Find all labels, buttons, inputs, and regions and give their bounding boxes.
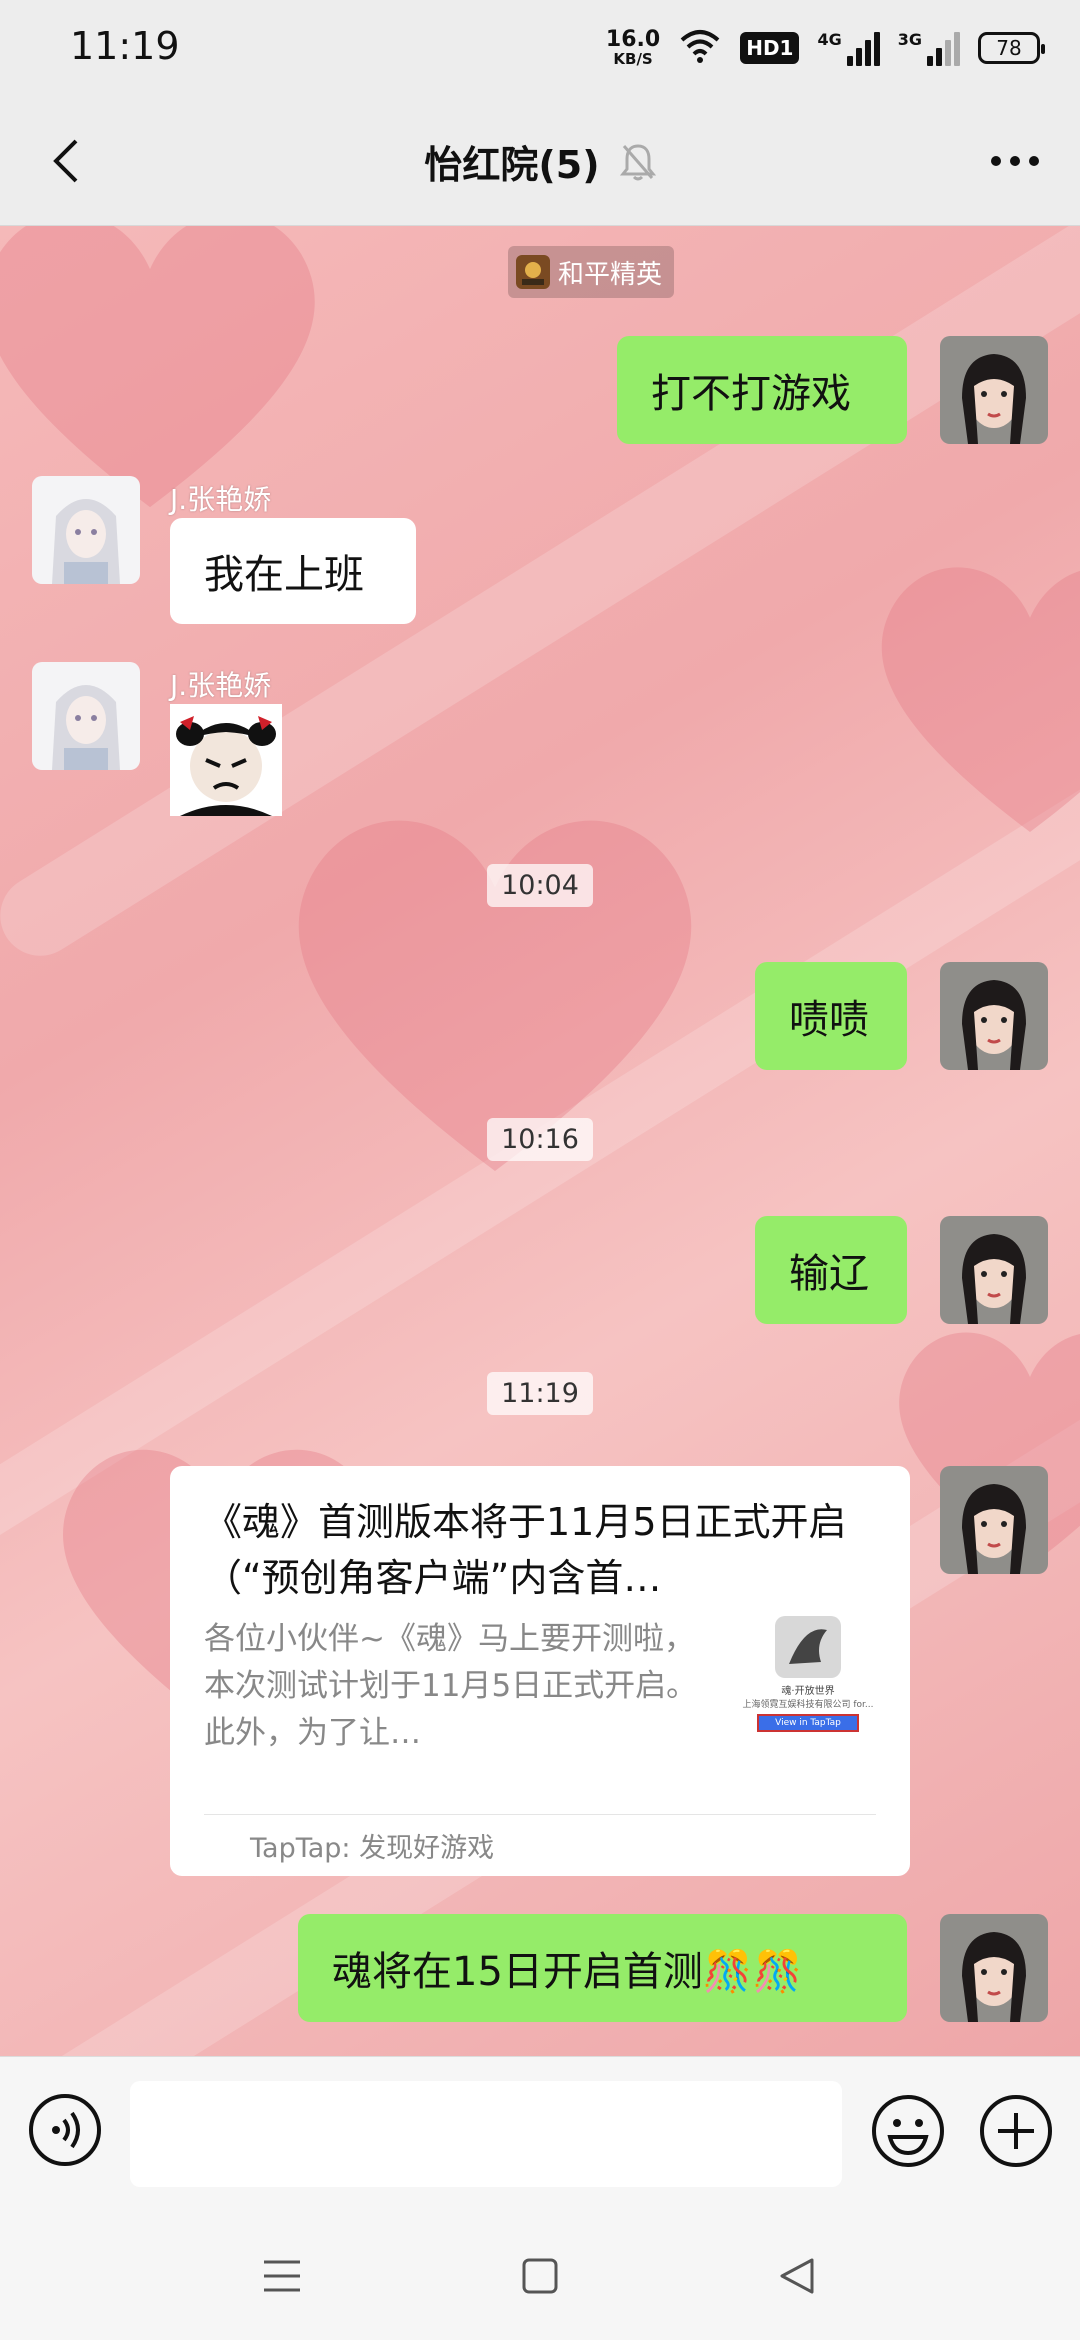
- avatar-self[interactable]: [940, 1914, 1048, 2022]
- more-dots-icon: [991, 156, 1039, 166]
- signal-3g-label: 3G: [897, 30, 922, 49]
- link-card[interactable]: 《魂》首测版本将于11月5日正式开启（“预创角客户端”内含首… 各位小伙伴~《魂…: [170, 1466, 910, 1876]
- timestamp: 10:04: [0, 864, 1080, 907]
- timestamp: 11:19: [0, 1372, 1080, 1415]
- avatar-member[interactable]: [32, 476, 140, 584]
- input-bar: [0, 2056, 1080, 2210]
- game-app-icon: [516, 255, 550, 289]
- sticker-message[interactable]: [170, 704, 282, 816]
- smiley-icon: [872, 2095, 944, 2167]
- signal-4g-label: 4G: [817, 30, 842, 49]
- timestamp-label: 10:16: [487, 1118, 593, 1161]
- thumb-view-button: View in TapTap: [757, 1714, 859, 1732]
- home-button[interactable]: [510, 2246, 570, 2306]
- avatar-self[interactable]: [940, 962, 1048, 1070]
- signal-4g: 4G: [817, 30, 880, 66]
- square-icon: [522, 2258, 558, 2294]
- thumb-caption-company: 上海领霓互娱科技有限公司 for...: [742, 1700, 874, 1710]
- wifi-icon: [678, 28, 722, 68]
- link-card-source-label: TapTap: 发现好游戏: [250, 1833, 495, 1864]
- voice-icon: [29, 2094, 101, 2166]
- battery-icon: 78: [978, 32, 1045, 64]
- game-tag[interactable]: 和平精英: [508, 246, 675, 298]
- signal-3g: 3G: [898, 30, 960, 66]
- more-functions-button[interactable]: [978, 2093, 1054, 2169]
- more-button[interactable]: [980, 126, 1050, 196]
- message-bubble-sent[interactable]: 魂将在15日开启首测🎊🎊: [298, 1914, 907, 2022]
- plus-icon: [980, 2095, 1052, 2167]
- timestamp-label: 11:19: [487, 1372, 593, 1415]
- network-speed-unit: KB/S: [613, 50, 653, 68]
- avatar-self[interactable]: [940, 336, 1048, 444]
- link-card-description: 各位小伙伴~《魂》马上要开测啦，本次测试计划于11月5日正式开启。此外，为了让…: [204, 1621, 698, 1751]
- sender-name: J.张艳娇: [170, 483, 272, 516]
- timestamp: 10:16: [0, 1118, 1080, 1161]
- avatar-self[interactable]: [940, 1216, 1048, 1324]
- link-card-title: 《魂》首测版本将于11月5日正式开启（“预创角客户端”内含首…: [204, 1500, 847, 1600]
- message-bubble-sent[interactable]: 输辽: [755, 1216, 907, 1324]
- game-cover-icon: [775, 1616, 841, 1678]
- message-bubble-sent[interactable]: 啧啧: [755, 962, 907, 1070]
- chat-header: 怡红院(5): [0, 96, 1080, 226]
- status-bar: 11:19 16.0 KB/S HD1 4G 3G 78: [0, 0, 1080, 96]
- link-card-source: TapTap: 发现好游戏: [204, 1814, 876, 1876]
- message-input[interactable]: [130, 2081, 842, 2187]
- chat-area[interactable]: 和平精英 打不打游戏 J.张艳娇 我在上班 J.张艳娇 10:04 啧啧 10:…: [0, 226, 1080, 2056]
- avatar-member[interactable]: [32, 662, 140, 770]
- timestamp-label: 10:04: [487, 864, 593, 907]
- network-speed: 16.0 KB/S: [605, 27, 661, 68]
- avatar-self[interactable]: [940, 1466, 1048, 1574]
- emoji-button[interactable]: [870, 2093, 946, 2169]
- recents-button[interactable]: [252, 2246, 312, 2306]
- sender-name: J.张艳娇: [170, 669, 272, 702]
- message-bubble-sent[interactable]: 打不打游戏: [617, 336, 907, 444]
- message-bubble-received[interactable]: 我在上班: [170, 518, 416, 624]
- heart-background-icon: [860, 486, 1080, 906]
- system-back-button[interactable]: [768, 2246, 828, 2306]
- page-title: 怡红院(5): [424, 143, 600, 187]
- thumb-caption-title: 魂·开放世界: [781, 1686, 835, 1697]
- system-navigation-bar: [0, 2210, 1080, 2340]
- angry-panda-sticker-icon: [170, 704, 282, 816]
- voice-button[interactable]: [28, 2093, 102, 2167]
- hd-badge: HD1: [740, 32, 800, 64]
- game-tag-label: 和平精英: [558, 259, 663, 290]
- network-speed-value: 16.0: [605, 27, 661, 52]
- status-time: 11:19: [70, 24, 180, 68]
- battery-level: 78: [996, 36, 1022, 60]
- bell-muted-icon: [619, 143, 656, 180]
- link-card-thumbnail: 魂·开放世界 上海领霓互娱科技有限公司 for... View in TapTa…: [740, 1616, 876, 1746]
- menu-icon: [264, 2260, 300, 2292]
- status-icons: 16.0 KB/S HD1 4G 3G 78: [605, 22, 1045, 74]
- triangle-back-icon: [780, 2258, 814, 2294]
